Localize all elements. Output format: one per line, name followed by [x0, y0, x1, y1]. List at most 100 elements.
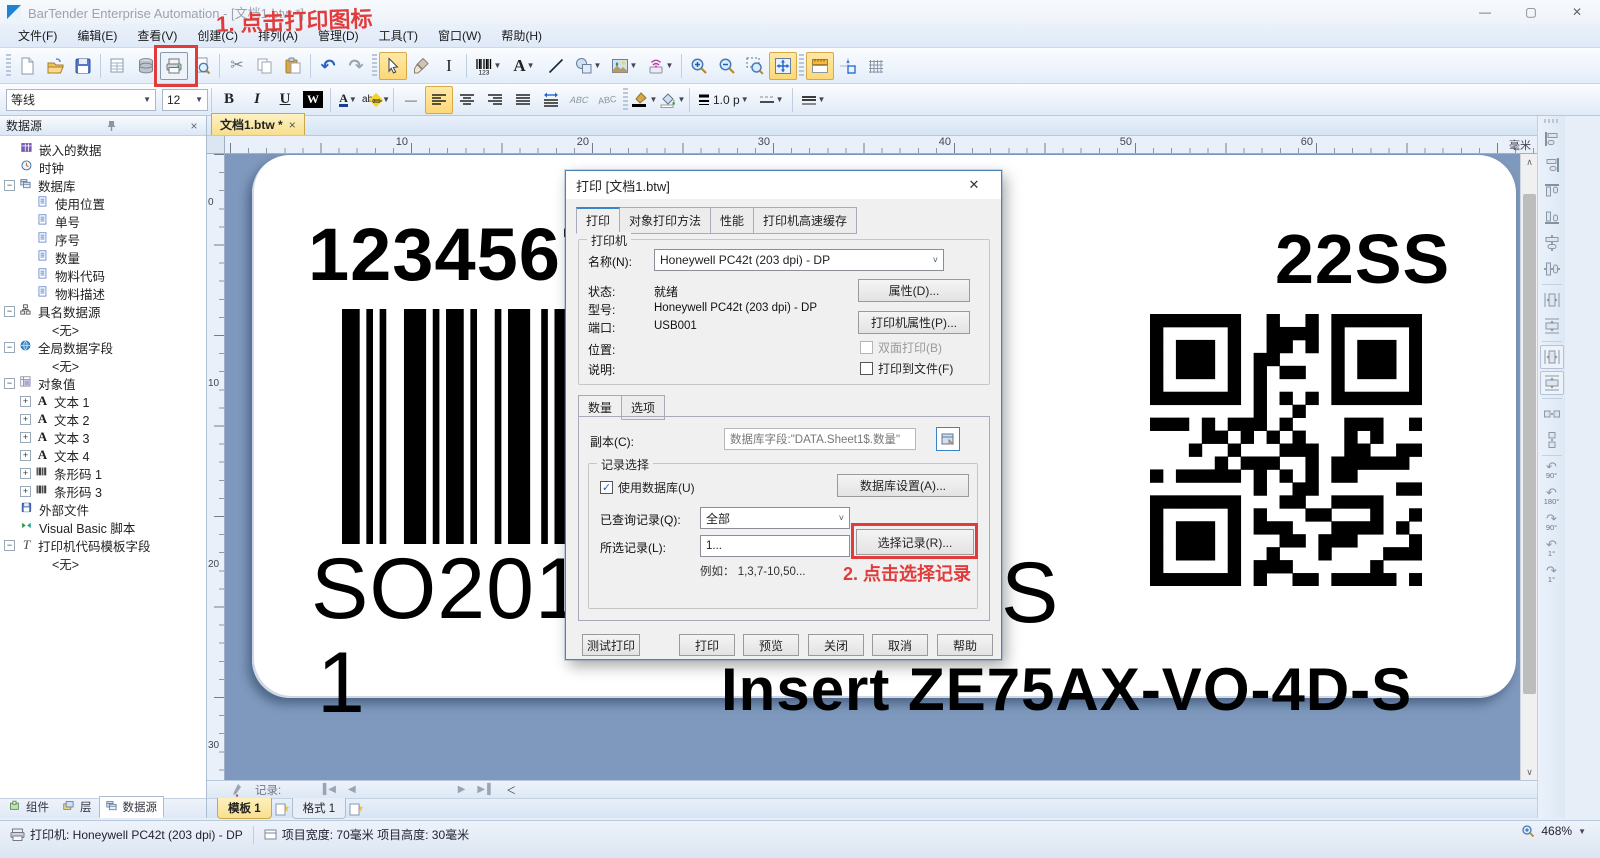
use-database-checkbox[interactable]: ✓ 使用数据库(U)	[600, 479, 695, 496]
paste-button[interactable]	[279, 52, 307, 80]
chevron-down-icon[interactable]: ▼	[527, 61, 535, 70]
line-tool-button[interactable]	[542, 52, 570, 80]
rotate-left-1-button[interactable]: ↶1°	[1540, 537, 1564, 561]
fit-width-button[interactable]	[537, 86, 565, 114]
tab-format-1[interactable]: 格式 1	[292, 798, 347, 819]
center-horizontally-button[interactable]	[1540, 314, 1564, 338]
menu-help[interactable]: 帮助(H)	[491, 24, 552, 47]
menu-file[interactable]: 文件(F)	[8, 24, 67, 47]
font-color-button[interactable]: A▼	[334, 86, 362, 114]
tree-item-vb-script[interactable]: Visual Basic 脚本	[0, 518, 206, 536]
fill-color-button[interactable]: ▼	[658, 86, 686, 114]
collapse-icon[interactable]: −	[4, 342, 15, 353]
rotate-left-90-button[interactable]: ↶90°	[1540, 459, 1564, 483]
text-cursor-tool-button[interactable]: I	[435, 52, 463, 80]
menu-view[interactable]: 查看(V)	[127, 24, 187, 47]
tree-item-text-2[interactable]: +A文本 2	[0, 410, 206, 428]
format-painter-button[interactable]	[407, 52, 435, 80]
expand-icon[interactable]: +	[20, 468, 31, 479]
align-center-button[interactable]	[453, 86, 481, 114]
printer-properties-button[interactable]: 打印机属性(P)...	[858, 311, 970, 334]
text-tool-button[interactable]: A▼	[506, 52, 542, 80]
italic-button[interactable]: I	[243, 86, 271, 114]
label-text-size[interactable]: 22SS	[1275, 224, 1450, 294]
tree-item-field-location[interactable]: 使用位置	[0, 194, 206, 212]
tree-item-database[interactable]: −数据库	[0, 176, 206, 194]
select-tool-button[interactable]	[379, 52, 407, 80]
new-format-1-icon[interactable]	[348, 802, 364, 816]
label-text-description[interactable]: Insert ZE75AX-VO-4D-S	[721, 660, 1412, 720]
label-text-copy[interactable]: 1	[317, 640, 366, 726]
database-settings-button[interactable]: 数据库设置(A)...	[837, 474, 969, 497]
queried-records-select[interactable]: 全部˅	[700, 507, 850, 529]
align-left-button[interactable]	[425, 86, 453, 114]
properties-button[interactable]: 属性(D)...	[858, 279, 970, 302]
chevron-down-icon[interactable]: ▼	[494, 61, 502, 70]
vertical-scrollbar[interactable]: ∧ ∨	[1520, 154, 1537, 780]
align-right-button[interactable]	[481, 86, 509, 114]
cut-button[interactable]: ✂	[223, 52, 251, 80]
align-vertical-centers-button[interactable]	[1540, 231, 1564, 255]
line-weight-select[interactable]: 1.0 p▼	[693, 86, 754, 114]
chevron-down-icon[interactable]: ▼	[630, 61, 638, 70]
tree-item-embedded-data[interactable]: 嵌入的数据	[0, 140, 206, 158]
show-grid-button[interactable]	[862, 52, 890, 80]
zoom-fit-button[interactable]	[769, 52, 797, 80]
dialog-tab-2[interactable]: 性能	[711, 207, 754, 234]
tree-item-field-material-code[interactable]: 物料代码	[0, 266, 206, 284]
rotate-right-90-button[interactable]: ↷90°	[1540, 511, 1564, 535]
tab-template-1[interactable]: 模板 1	[217, 798, 272, 819]
copies-data-source-button[interactable]	[936, 427, 960, 451]
view-template-button[interactable]	[806, 52, 834, 80]
pin-icon[interactable]	[106, 120, 122, 132]
tree-item-text-3[interactable]: +A文本 3	[0, 428, 206, 446]
tree-item-field-material-desc[interactable]: 物料描述	[0, 284, 206, 302]
print-button[interactable]: 打印	[679, 634, 735, 656]
text-effect-slant-button[interactable]: ABC	[565, 86, 593, 114]
align-top-edges-button[interactable]	[1540, 179, 1564, 203]
tree-item-clock[interactable]: 时钟	[0, 158, 206, 176]
close-dialog-button[interactable]: 关闭	[808, 634, 864, 656]
help-button[interactable]: 帮助	[937, 634, 993, 656]
barcode-tool-button[interactable]: 123▼	[470, 52, 506, 80]
align-left-edges-button[interactable]	[1540, 127, 1564, 151]
close-tab-icon[interactable]: ×	[289, 118, 296, 132]
expand-icon[interactable]: +	[20, 486, 31, 497]
dialog-tab-3[interactable]: 打印机高速缓存	[754, 207, 857, 234]
open-button[interactable]	[41, 52, 69, 80]
collapse-icon[interactable]: −	[4, 180, 15, 191]
tree-item-object-values[interactable]: −对象值	[0, 374, 206, 392]
save-button[interactable]	[69, 52, 97, 80]
dash-style-select[interactable]: ▼	[754, 86, 789, 114]
expand-icon[interactable]: +	[20, 396, 31, 407]
no-border-button[interactable]: —	[397, 86, 425, 114]
qr-code-object[interactable]	[1150, 314, 1422, 586]
minimize-button[interactable]: —	[1462, 0, 1508, 24]
zoom-region-button[interactable]	[741, 52, 769, 80]
tree-item-field-order-no[interactable]: 单号	[0, 212, 206, 230]
tree-item-named-none[interactable]: <无>	[0, 320, 206, 338]
align-bottom-edges-button[interactable]	[1540, 205, 1564, 229]
tree-item-text-1[interactable]: +A文本 1	[0, 392, 206, 410]
tree-item-external-file[interactable]: 外部文件	[0, 500, 206, 518]
line-style-select[interactable]: ▼	[796, 86, 831, 114]
rotate-right-1-button[interactable]: ↷1°	[1540, 563, 1564, 587]
center-in-template-h-button[interactable]	[1540, 371, 1564, 395]
new-template-1-icon[interactable]	[274, 802, 290, 816]
chevron-down-icon[interactable]: ▼	[666, 61, 674, 70]
rfid-tool-button[interactable]: ▼	[642, 52, 678, 80]
record-first-button[interactable]: ▐◀	[319, 784, 338, 795]
image-tool-button[interactable]: ▼	[606, 52, 642, 80]
page-setup-button[interactable]	[104, 52, 132, 80]
scroll-down-icon[interactable]: ∨	[1521, 764, 1538, 780]
tree-item-printer-code-none[interactable]: <无>	[0, 554, 206, 572]
line-color-button[interactable]: ▼	[630, 86, 658, 114]
zoom-dropdown-icon[interactable]: ▼	[1578, 827, 1586, 836]
scroll-up-icon[interactable]: ∧	[1521, 154, 1538, 170]
expand-icon[interactable]: +	[20, 414, 31, 425]
zoom-level[interactable]: 468%	[1541, 824, 1572, 838]
collapse-icon[interactable]: −	[4, 306, 15, 317]
label-text-order-tail[interactable]: S	[1001, 550, 1059, 636]
hscroll-left-icon[interactable]: ＜	[506, 782, 518, 797]
menu-edit[interactable]: 编辑(E)	[67, 24, 127, 47]
